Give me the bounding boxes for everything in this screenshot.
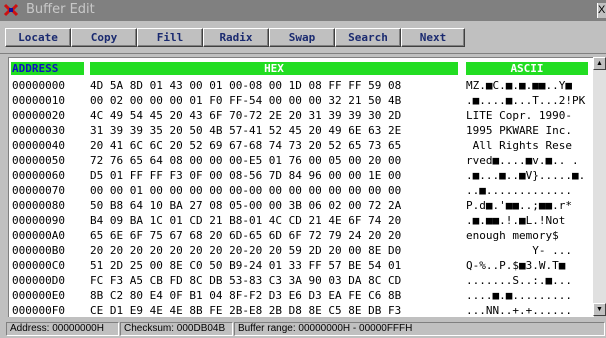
hex-header: HEX	[90, 62, 458, 75]
row-hex-bytes[interactable]: B4 09 BA 1C 01 CD 21 B8-01 4C CD 21 4E 6…	[90, 213, 462, 228]
row-address[interactable]: 00000040	[12, 138, 84, 153]
row-hex-bytes[interactable]: 65 6E 6F 75 67 68 20 6D-65 6D 6F 72 79 2…	[90, 228, 462, 243]
row-address[interactable]: 00000070	[12, 183, 84, 198]
status-checksum: Checksum: 000DB04B	[120, 322, 233, 336]
row-address[interactable]: 000000D0	[12, 273, 84, 288]
row-ascii[interactable]: P.d■.'■■..;■■.r*	[466, 198, 590, 213]
row-ascii[interactable]: 1995 PKWARE Inc.	[466, 123, 590, 138]
row-address[interactable]: 00000020	[12, 108, 84, 123]
row-address[interactable]: 00000090	[12, 213, 84, 228]
scroll-up-arrow-icon[interactable]: ▲	[593, 57, 606, 70]
row-address[interactable]: 000000A0	[12, 228, 84, 243]
row-hex-bytes[interactable]: 20 20 20 20 20 20 20 20-20 20 59 2D 20 0…	[90, 243, 462, 258]
close-button[interactable]: X	[597, 3, 606, 18]
radix-button[interactable]: Radix	[203, 28, 269, 47]
row-ascii[interactable]: Y- ...	[466, 243, 590, 258]
row-address[interactable]: 00000010	[12, 93, 84, 108]
locate-button[interactable]: Locate	[5, 28, 71, 47]
next-button[interactable]: Next	[401, 28, 465, 47]
row-address[interactable]: 000000B0	[12, 243, 84, 258]
status-address: Address: 00000000H	[6, 322, 119, 336]
row-address[interactable]: 000000C0	[12, 258, 84, 273]
row-ascii[interactable]: ....■.■.........	[466, 288, 590, 303]
row-hex-bytes[interactable]: 20 41 6C 6C 20 52 69 67-68 74 73 20 52 6…	[90, 138, 462, 153]
row-ascii[interactable]: .■....■...T...2!PK	[466, 93, 590, 108]
title-bar[interactable]: Buffer Edit X	[0, 0, 606, 21]
row-ascii[interactable]: .■...■..■V}.....■.	[466, 168, 590, 183]
row-hex-bytes[interactable]: 4D 5A 8D 01 43 00 01 00-08 00 1D 08 FF F…	[90, 78, 462, 93]
row-address[interactable]: 00000080	[12, 198, 84, 213]
row-ascii[interactable]: rved■....■v.■.. .	[466, 153, 590, 168]
row-ascii[interactable]: ...NN..+.+......	[466, 303, 590, 318]
row-address[interactable]: 000000F0	[12, 303, 84, 318]
row-hex-bytes[interactable]: 31 39 39 35 20 50 4B 57-41 52 45 20 49 6…	[90, 123, 462, 138]
row-ascii[interactable]: ..■.............	[466, 183, 590, 198]
row-address[interactable]: 000000E0	[12, 288, 84, 303]
search-button[interactable]: Search	[335, 28, 401, 47]
fill-button[interactable]: Fill	[137, 28, 203, 47]
row-hex-bytes[interactable]: 50 B8 64 10 BA 27 08 05-00 00 3B 06 02 0…	[90, 198, 462, 213]
row-address[interactable]: 00000030	[12, 123, 84, 138]
copy-button[interactable]: Copy	[71, 28, 137, 47]
window-title: Buffer Edit	[26, 2, 95, 17]
status-bar: Address: 00000000H Checksum: 000DB04B Bu…	[0, 320, 606, 338]
vertical-scrollbar[interactable]: ▲ ▼	[593, 57, 606, 316]
row-ascii[interactable]: .......S..:.■...	[466, 273, 590, 288]
scroll-down-arrow-icon[interactable]: ▼	[593, 303, 606, 316]
row-hex-bytes[interactable]: CE D1 E9 4E 4E 8B FE 2B-E8 2B D8 8E C5 8…	[90, 303, 462, 318]
row-ascii[interactable]: Q-%..P.$■3.W.T■	[466, 258, 590, 273]
address-header: ADDRESS	[11, 62, 84, 75]
row-hex-bytes[interactable]: 8B C2 80 E4 0F B1 04 8F-F2 D3 E6 D3 EA F…	[90, 288, 462, 303]
row-hex-bytes[interactable]: 00 02 00 00 00 01 F0 FF-54 00 00 00 32 2…	[90, 93, 462, 108]
status-buffer-range: Buffer range: 00000000H - 00000FFFH	[234, 322, 605, 336]
swap-button[interactable]: Swap	[269, 28, 335, 47]
row-hex-bytes[interactable]: 4C 49 54 45 20 43 6F 70-72 2E 20 31 39 3…	[90, 108, 462, 123]
row-address[interactable]: 00000000	[12, 78, 84, 93]
ascii-header: ASCII	[466, 62, 588, 75]
row-hex-bytes[interactable]: 00 00 01 00 00 00 00 00-00 00 00 00 00 0…	[90, 183, 462, 198]
row-ascii[interactable]: .■.■■.!.■L.!Not	[466, 213, 590, 228]
row-ascii[interactable]: MZ.■C.■.■.■■..Y■	[466, 78, 590, 93]
hex-view[interactable]: ADDRESS HEX ASCII 00000000 4D 5A 8D 01 43…	[8, 57, 594, 317]
row-ascii[interactable]: enough memory$	[466, 228, 590, 243]
row-hex-bytes[interactable]: D5 01 FF FF F3 0F 00 08-56 7D 84 96 00 0…	[90, 168, 462, 183]
row-address[interactable]: 00000050	[12, 153, 84, 168]
app-icon	[3, 3, 19, 18]
row-ascii[interactable]: All Rights Rese	[466, 138, 590, 153]
row-hex-bytes[interactable]: FC F3 A5 CB FD 8C DB 53-83 C3 3A 90 03 D…	[90, 273, 462, 288]
row-ascii[interactable]: LITE Copr. 1990-	[466, 108, 590, 123]
toolbar: Locate Copy Fill Radix Swap Search Next	[0, 21, 606, 54]
row-hex-bytes[interactable]: 72 76 65 64 08 00 00 00-E5 01 76 00 05 0…	[90, 153, 462, 168]
row-hex-bytes[interactable]: 51 2D 25 00 8E C0 50 B9-24 01 33 FF 57 B…	[90, 258, 462, 273]
row-address[interactable]: 00000060	[12, 168, 84, 183]
